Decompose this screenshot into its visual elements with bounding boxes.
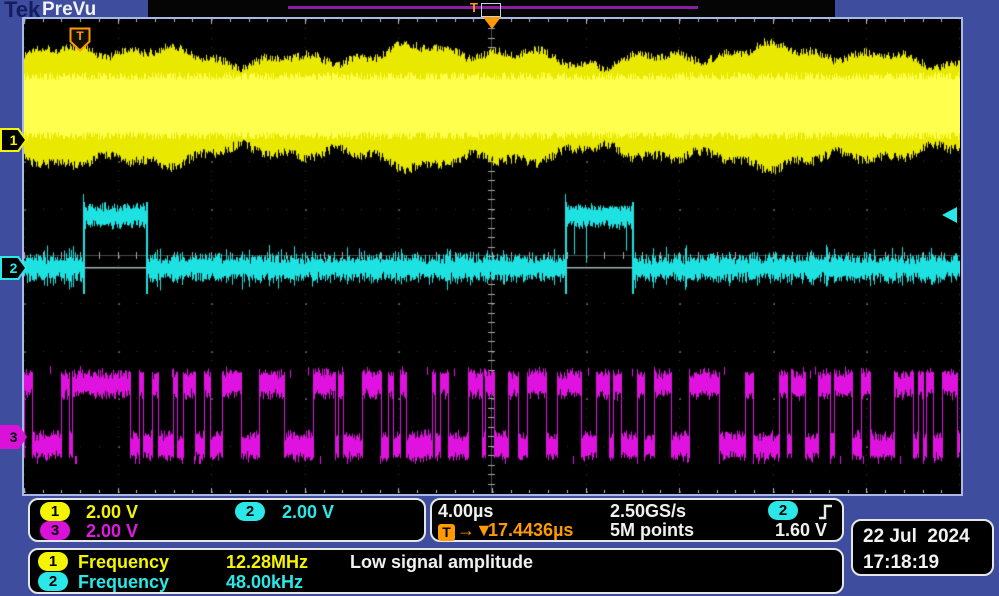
trigger-source-badge[interactable]: 2 xyxy=(768,501,798,520)
ch2-badge[interactable]: 2 xyxy=(235,502,265,521)
date-readout: 22 Jul 2024 xyxy=(863,524,992,550)
trigger-level-arrow-icon[interactable] xyxy=(942,207,957,223)
channel-scale-readout-box[interactable]: 1 2.00 V 2 2.00 V 3 2.00 V xyxy=(28,498,426,542)
meas1-name: Frequency xyxy=(78,552,169,572)
waveform-canvas xyxy=(24,19,960,493)
channel1-position-marker[interactable]: 1 xyxy=(0,128,27,152)
meas1-value: 12.28MHz xyxy=(226,552,308,572)
trigger-slope-icon xyxy=(816,502,836,521)
ch3-scale: 2.00 V xyxy=(86,521,138,541)
expansion-point-icon xyxy=(482,17,502,30)
time-readout: 17:18:19 xyxy=(863,550,992,576)
trigger-delay-t-icon: T xyxy=(438,524,455,541)
record-length-readout: 5M points xyxy=(610,520,694,540)
trigger-level-readout: 1.60 V xyxy=(775,520,827,540)
horizontal-trigger-readout-box[interactable]: 4.00µs 2.50GS/s 2 T →▼ 17.4436µs 5M poin… xyxy=(430,498,844,542)
channel3-position-marker[interactable]: 3 xyxy=(0,425,27,449)
record-window-bracket-icon xyxy=(481,3,501,17)
ch1-scale: 2.00 V xyxy=(86,502,138,522)
measurements-box[interactable]: 1 Frequency 12.28MHz Low signal amplitud… xyxy=(28,548,844,594)
datetime-box: 22 Jul 2024 17:18:19 xyxy=(851,519,994,576)
oscilloscope-screen: Tek PreVu T T 1 2 3 1 2.00 V 2 2.00 V xyxy=(0,0,999,596)
meas1-warning: Low signal amplitude xyxy=(350,552,533,572)
ch1-badge[interactable]: 1 xyxy=(40,502,70,521)
meas2-value: 48.00kHz xyxy=(226,572,303,592)
sample-rate-readout: 2.50GS/s xyxy=(610,501,686,521)
channel2-position-marker[interactable]: 2 xyxy=(0,256,27,280)
ch3-badge[interactable]: 3 xyxy=(40,521,70,540)
meas1-badge[interactable]: 1 xyxy=(38,552,68,571)
ch2-scale: 2.00 V xyxy=(282,502,334,522)
record-trigger-t-icon: T xyxy=(470,0,478,15)
svg-text:T: T xyxy=(76,29,84,43)
trigger-t-flag-icon[interactable]: T xyxy=(69,27,91,52)
meas2-badge[interactable]: 2 xyxy=(38,572,68,591)
timebase-readout: 4.00µs xyxy=(438,501,493,521)
meas2-name: Frequency xyxy=(78,572,169,592)
trigger-delay-readout: 17.4436µs xyxy=(488,520,573,540)
